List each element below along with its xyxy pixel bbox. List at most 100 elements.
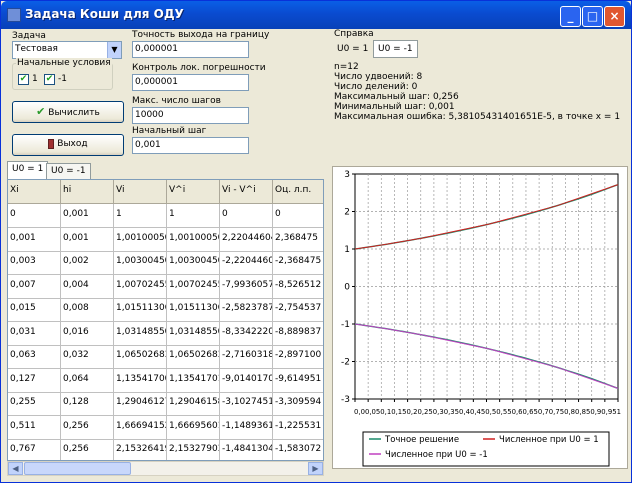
table-cell[interactable]: 0,127 [8,368,61,393]
table-cell[interactable]: 0,001 [61,227,114,252]
table-cell[interactable]: 2,220446049 [220,227,273,252]
help-tab-u0-1[interactable]: U0 = 1 [334,43,371,55]
table-cell[interactable]: -2,897100 [273,345,323,369]
table-horizontal-scrollbar[interactable]: ◀ ▶ [7,461,324,476]
compute-button[interactable]: ✔ Вычислить [12,101,124,123]
table-cell[interactable]: 0,001 [8,227,61,252]
table-cell[interactable]: -2,754537 [273,298,323,322]
table-row[interactable]: 0,0010,0011,0010005001,0010005002,220446… [8,227,323,252]
table-cell[interactable]: 1,290461587 [167,392,220,416]
table-cell[interactable]: 0 [8,204,61,228]
table-cell[interactable]: 0,016 [61,321,114,346]
table-cell[interactable]: -9,01401708 [220,368,273,393]
table-cell[interactable]: 1 [114,204,167,228]
table-cell[interactable]: 1,290461277 [114,392,167,416]
table-cell[interactable]: 0,255 [8,392,61,416]
table-row[interactable]: 0,1270,0641,1354170071,135417016-9,01401… [8,368,323,393]
scroll-left-icon[interactable]: ◀ [8,462,23,475]
control-input[interactable]: 0,000001 [132,74,249,91]
table-cell[interactable]: -8,33422207 [220,321,273,346]
exit-button[interactable]: Выход [12,134,124,156]
max-steps-input[interactable]: 10000 [132,107,249,124]
table-cell[interactable]: -3,10274513 [220,392,273,416]
table-cell[interactable]: 0,767 [8,439,61,460]
table-cell[interactable]: -2,368475 [273,251,323,275]
table-row[interactable]: 0,5110,2561,6669415271,666956017-1,14893… [8,415,323,440]
scroll-thumb[interactable] [24,462,131,475]
table-cell[interactable]: 1,666941527 [114,415,167,440]
table-cell[interactable]: 1,015113064 [114,298,167,322]
init-step-input[interactable]: 0,001 [132,137,249,154]
table-cell[interactable]: -8,889837 [273,322,323,346]
table-cell[interactable]: 1,031485503 [167,321,220,346]
help-tab-u0-minus1[interactable]: U0 = -1 [373,40,418,58]
table-cell[interactable]: 0,003 [8,251,61,275]
task-select[interactable]: Тестовая ▼ [12,41,122,59]
table-row[interactable]: 0,0030,0021,0030045041,003004504-2,22044… [8,251,323,275]
table-cell[interactable]: 1,007024557 [167,274,220,299]
table-row[interactable]: 0,7670,2562,1532641912,153279032-1,48413… [8,439,323,460]
table-cell[interactable]: 2,153264191 [114,439,167,460]
table-cell[interactable]: 1,065026838 [114,345,167,369]
table-cell[interactable]: 0,007 [8,274,61,299]
table-cell[interactable]: 0,511 [8,415,61,440]
close-button[interactable]: × [604,6,625,27]
table-row[interactable]: 0,2550,1281,2904612771,290461587-3,10274… [8,392,323,416]
table-cell[interactable]: 1,031485503 [114,321,167,346]
checkbox-u0-minus1[interactable]: ✔ [44,74,55,85]
table-cell[interactable]: 1,135417007 [114,368,167,393]
table-cell[interactable]: 0,002 [61,251,114,275]
scroll-right-icon[interactable]: ▶ [308,462,323,475]
table-row[interactable]: 0,0150,0081,0151130641,015113064-2,58237… [8,298,323,322]
table-cell[interactable]: 0,032 [61,345,114,369]
table-cell[interactable]: -2,71603184 [220,345,273,369]
table-cell[interactable]: 1,001000500 [167,227,220,252]
table-cell[interactable]: -9,614951 [273,369,323,393]
table-cell[interactable]: 0,031 [8,321,61,346]
table-cell[interactable]: 0 [273,204,323,228]
table-cell[interactable]: 0,064 [61,368,114,393]
tab-table-u0-minus1[interactable]: U0 = -1 [46,163,91,179]
table-row[interactable]: 0,0630,0321,0650268381,065026839-2,71603… [8,345,323,369]
table-cell[interactable]: 0,256 [61,439,114,460]
table-cell[interactable]: 2,368475 [273,228,323,252]
chevron-down-icon[interactable]: ▼ [107,42,121,58]
table-cell[interactable]: 1,135417016 [167,368,220,393]
table-cell[interactable]: 1,007024557 [114,274,167,299]
table-cell[interactable]: 0,001 [61,204,114,228]
solution-chart: 3 2 1 0 -1 -2 -3 0,00,050,10,150,20,250,30,350,… [341,170,621,467]
table-cell[interactable]: -8,526512 [273,275,323,299]
table-cell[interactable]: 0,256 [61,415,114,440]
table-cell[interactable]: 1,003004504 [167,251,220,275]
table-cell[interactable]: 2,153279032 [167,439,220,460]
checkbox-u0-1[interactable]: ✔ [18,74,29,85]
table-cell[interactable]: -1,583072 [273,439,323,460]
table-cell[interactable]: -1,225531 [273,416,323,440]
table-cell[interactable]: 1,065026839 [167,345,220,369]
table-row[interactable]: 0,0070,0041,0070245571,007024557-7,99360… [8,274,323,299]
table-cell[interactable]: 0,008 [61,298,114,322]
table-cell[interactable]: 0,004 [61,274,114,299]
table-cell[interactable]: 1,666956017 [167,415,220,440]
table-cell[interactable]: 1,015113064 [167,298,220,322]
minimize-button[interactable]: _ [560,6,581,27]
table-cell[interactable]: -2,58237875 [220,298,273,322]
table-row[interactable]: 0 0,001 1 1 0 0 [8,204,323,228]
table-cell[interactable]: 0,015 [8,298,61,322]
title-bar[interactable]: Задача Коши для ОДУ _ □ × [1,1,631,29]
maximize-button[interactable]: □ [582,6,603,27]
table-cell[interactable]: 1,001000500 [114,227,167,252]
table-cell[interactable]: -1,14893617 [220,415,273,440]
table-row[interactable]: 0,0310,0161,0314855031,031485503-8,33422… [8,321,323,346]
table-cell[interactable]: -1,48413044 [220,439,273,460]
table-cell[interactable]: -2,22044604 [220,251,273,275]
table-cell[interactable]: -7,99360577 [220,274,273,299]
table-cell[interactable]: -3,309594 [273,392,323,416]
table-cell[interactable]: 1 [167,204,220,228]
table-cell[interactable]: 0 [220,204,273,228]
tab-table-u0-1[interactable]: U0 = 1 [7,161,49,179]
table-cell[interactable]: 0,128 [61,392,114,416]
accuracy-input[interactable]: 0,000001 [132,41,249,58]
table-cell[interactable]: 0,063 [8,345,61,369]
table-cell[interactable]: 1,003004504 [114,251,167,275]
